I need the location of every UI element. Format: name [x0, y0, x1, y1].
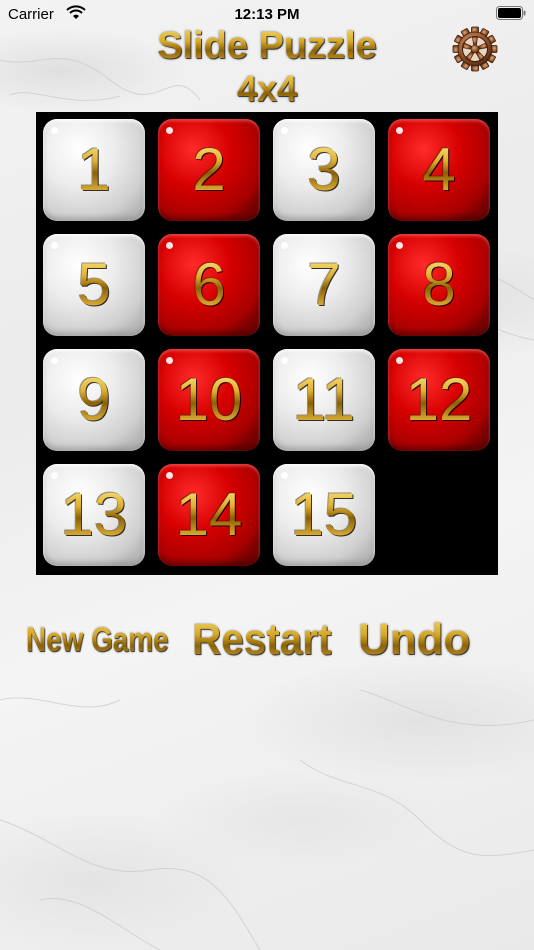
puzzle-tile[interactable]: 6 [158, 234, 260, 336]
tile-number: 13 [60, 481, 128, 548]
status-time: 12:13 PM [234, 6, 300, 23]
tile-number: 11 [292, 366, 356, 433]
tile-number: 3 [307, 136, 341, 203]
battery-icon [496, 6, 526, 20]
tile-number: 8 [422, 251, 456, 318]
puzzle-tile[interactable]: 10 [158, 349, 260, 451]
page-subtitle: 4x4 [0, 68, 534, 110]
tile-number: 7 [307, 251, 341, 318]
puzzle-tile[interactable]: 15 [273, 464, 375, 566]
puzzle-board: 1 2 3 4 5 6 7 8 9 10 11 12 13 14 15 [36, 112, 498, 575]
puzzle-tile[interactable]: 11 [273, 349, 375, 451]
game-controls: New Game Restart Undo [0, 612, 534, 672]
tile-number: 2 [192, 136, 226, 203]
tile-number: 4 [422, 136, 456, 203]
tile-number: 10 [175, 366, 243, 433]
tile-number: 14 [175, 481, 243, 548]
new-game-button[interactable]: New Game [26, 612, 169, 668]
puzzle-tile[interactable]: 7 [273, 234, 375, 336]
tile-number: 9 [77, 366, 111, 433]
undo-button[interactable]: Undo [358, 612, 470, 668]
puzzle-tile[interactable]: 4 [388, 119, 490, 221]
puzzle-tile[interactable]: 3 [273, 119, 375, 221]
puzzle-tile[interactable]: 12 [388, 349, 490, 451]
tile-number: 6 [192, 251, 226, 318]
puzzle-tile[interactable]: 8 [388, 234, 490, 336]
puzzle-tile[interactable]: 9 [43, 349, 145, 451]
tile-number: 5 [77, 251, 111, 318]
tile-number: 1 [77, 136, 111, 203]
puzzle-tile[interactable]: 5 [43, 234, 145, 336]
settings-gear-icon[interactable] [452, 26, 498, 72]
tile-number: 12 [405, 366, 473, 433]
tile-number: 15 [290, 481, 358, 548]
puzzle-tile[interactable]: 13 [43, 464, 145, 566]
restart-button[interactable]: Restart [192, 612, 331, 668]
puzzle-tile[interactable]: 14 [158, 464, 260, 566]
puzzle-tile[interactable]: 2 [158, 119, 260, 221]
puzzle-tile[interactable]: 1 [43, 119, 145, 221]
